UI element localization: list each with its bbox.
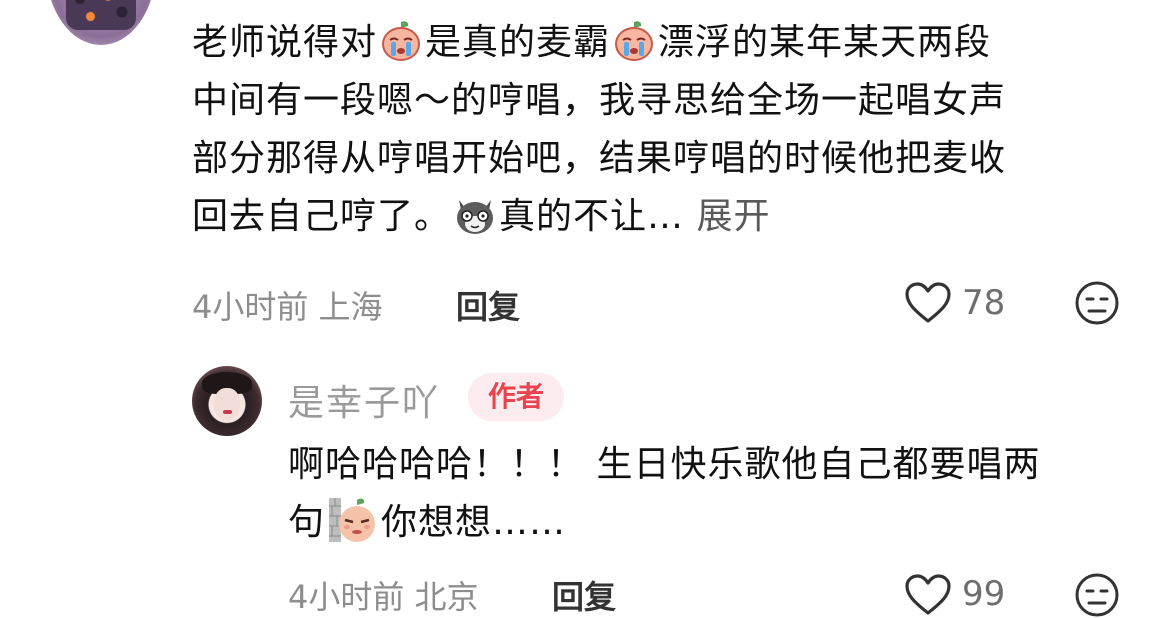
comment-text-line4-after: 真的不让…: [499, 196, 685, 237]
comment-text-part3: 漂浮的某年某天两段: [658, 22, 992, 63]
comment-time: 4小时前: [192, 288, 309, 326]
comment-text-part1: 老师说得对: [192, 22, 378, 63]
crying-peach-emoji: [382, 21, 421, 61]
reply-time: 4小时前: [288, 578, 405, 616]
comment-text: 老师说得对 是真的麦霸 漂浮的某年某天两段 中间有一段嗯～的哼唱，我寻思给全场一…: [192, 14, 1122, 246]
heart-icon[interactable]: [904, 282, 952, 324]
reply-text-line2-after: 你想想……: [381, 502, 567, 543]
heart-icon[interactable]: [904, 574, 952, 616]
gray-cat-emoji: [457, 200, 494, 234]
dislike-face-icon[interactable]: [1074, 280, 1120, 326]
comment-like-count: 78: [962, 283, 1006, 323]
comment-meta: 4小时前 上海: [192, 282, 383, 328]
reply-avatar[interactable]: [192, 366, 262, 436]
reply-location: 北京: [414, 578, 479, 616]
commenter-avatar[interactable]: [46, 0, 156, 45]
reply-author-name[interactable]: 是幸子吖: [288, 374, 440, 426]
expand-link[interactable]: 展开: [696, 196, 770, 237]
comment-text-line3: 部分那得从哼唱开始吧，结果哼唱的时候他把麦收: [192, 138, 1007, 179]
comment-text-line2: 中间有一段嗯～的哼唱，我寻思给全场一起唱女声: [192, 80, 1007, 121]
peeking-peach-emoji: [329, 498, 376, 542]
reply-meta: 4小时前 北京: [288, 572, 479, 618]
comment-location: 上海: [318, 288, 383, 326]
reply-text-line2-before: 句: [288, 502, 326, 543]
reply-text: 啊哈哈哈哈！！！ 生日快乐歌他自己都要唱两 句 你想想……: [288, 436, 1108, 552]
comment-text-line4: 回去自己哼了。: [192, 196, 452, 237]
reply-text-line1: 啊哈哈哈哈！！！ 生日快乐歌他自己都要唱两: [288, 444, 1041, 485]
author-badge: 作者: [468, 373, 565, 421]
reply-reply-button[interactable]: 回复: [552, 572, 616, 618]
comment-reply-button[interactable]: 回复: [456, 282, 520, 328]
comment-text-part2: 是真的麦霸: [425, 22, 611, 63]
crying-peach-emoji: [615, 21, 654, 61]
dislike-face-icon[interactable]: [1074, 572, 1120, 618]
reply-like-count: 99: [962, 574, 1006, 614]
